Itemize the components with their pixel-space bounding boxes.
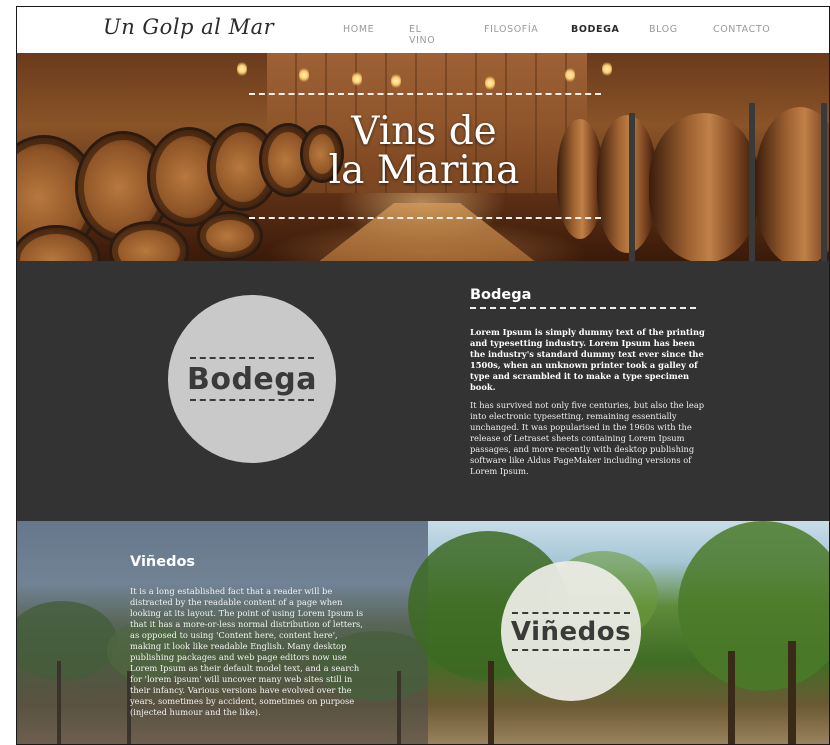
lamp-icon — [485, 75, 495, 91]
lamp-icon — [352, 71, 362, 87]
vinedos-body-text: It is a long established fact that a rea… — [130, 586, 364, 717]
bodega-heading: Bodega — [470, 287, 532, 303]
nav-link-contacto[interactable]: CONTACTO — [713, 24, 770, 35]
bodega-intro-text: Lorem Ipsum is simply dummy text of the … — [470, 327, 705, 392]
nav-link-bodega[interactable]: BODEGA — [571, 24, 619, 35]
vine-stake — [728, 651, 735, 744]
nav-link-filosofia[interactable]: FILOSOFÍA — [484, 24, 538, 35]
lamp-icon — [565, 67, 575, 83]
lamp-icon — [299, 67, 309, 83]
vinedos-heading: Viñedos — [130, 554, 196, 570]
vinedos-section: Viñedos It is a long established fact th… — [17, 521, 829, 744]
hero-title-line-1: Vins de — [351, 109, 497, 154]
bodega-section: Bodega Bodega Lorem Ipsum is simply dumm… — [17, 261, 829, 521]
nav-link-blog[interactable]: BLOG — [649, 24, 678, 35]
top-nav: Un Golp al Mar HOME EL VINO FILOSOFÍA BO… — [17, 7, 829, 53]
vine-stake — [788, 641, 796, 744]
lamp-icon — [602, 61, 612, 77]
circle-divider — [190, 399, 314, 401]
nav-link-el-vino[interactable]: EL VINO — [409, 24, 435, 46]
hero-divider-bottom — [249, 217, 601, 219]
bodega-circle-label: Bodega — [186, 362, 318, 397]
cellar-floor-image — [317, 203, 537, 261]
vinedos-circle-label: Viñedos — [510, 616, 632, 647]
circle-divider — [512, 611, 630, 614]
site-logo[interactable]: Un Golp al Mar — [103, 15, 274, 39]
lamp-icon — [237, 61, 247, 77]
bodega-circle[interactable]: Bodega — [168, 295, 336, 463]
nav-link-home[interactable]: HOME — [343, 24, 374, 35]
page-frame: Un Golp al Mar HOME EL VINO FILOSOFÍA BO… — [16, 6, 830, 745]
vine-stake — [488, 661, 494, 744]
bodega-heading-divider — [470, 307, 696, 309]
hero-banner: Vins de la Marina — [17, 53, 829, 261]
circle-divider — [512, 648, 630, 651]
bodega-body-text: It has survived not only five centuries,… — [470, 400, 705, 476]
vine-foliage — [678, 521, 829, 691]
hero-divider-top — [249, 93, 601, 95]
hero-title-line-2: la Marina — [328, 148, 520, 193]
lamp-icon — [391, 73, 401, 89]
circle-divider — [190, 357, 314, 359]
vinedos-circle[interactable]: Viñedos — [501, 561, 641, 701]
